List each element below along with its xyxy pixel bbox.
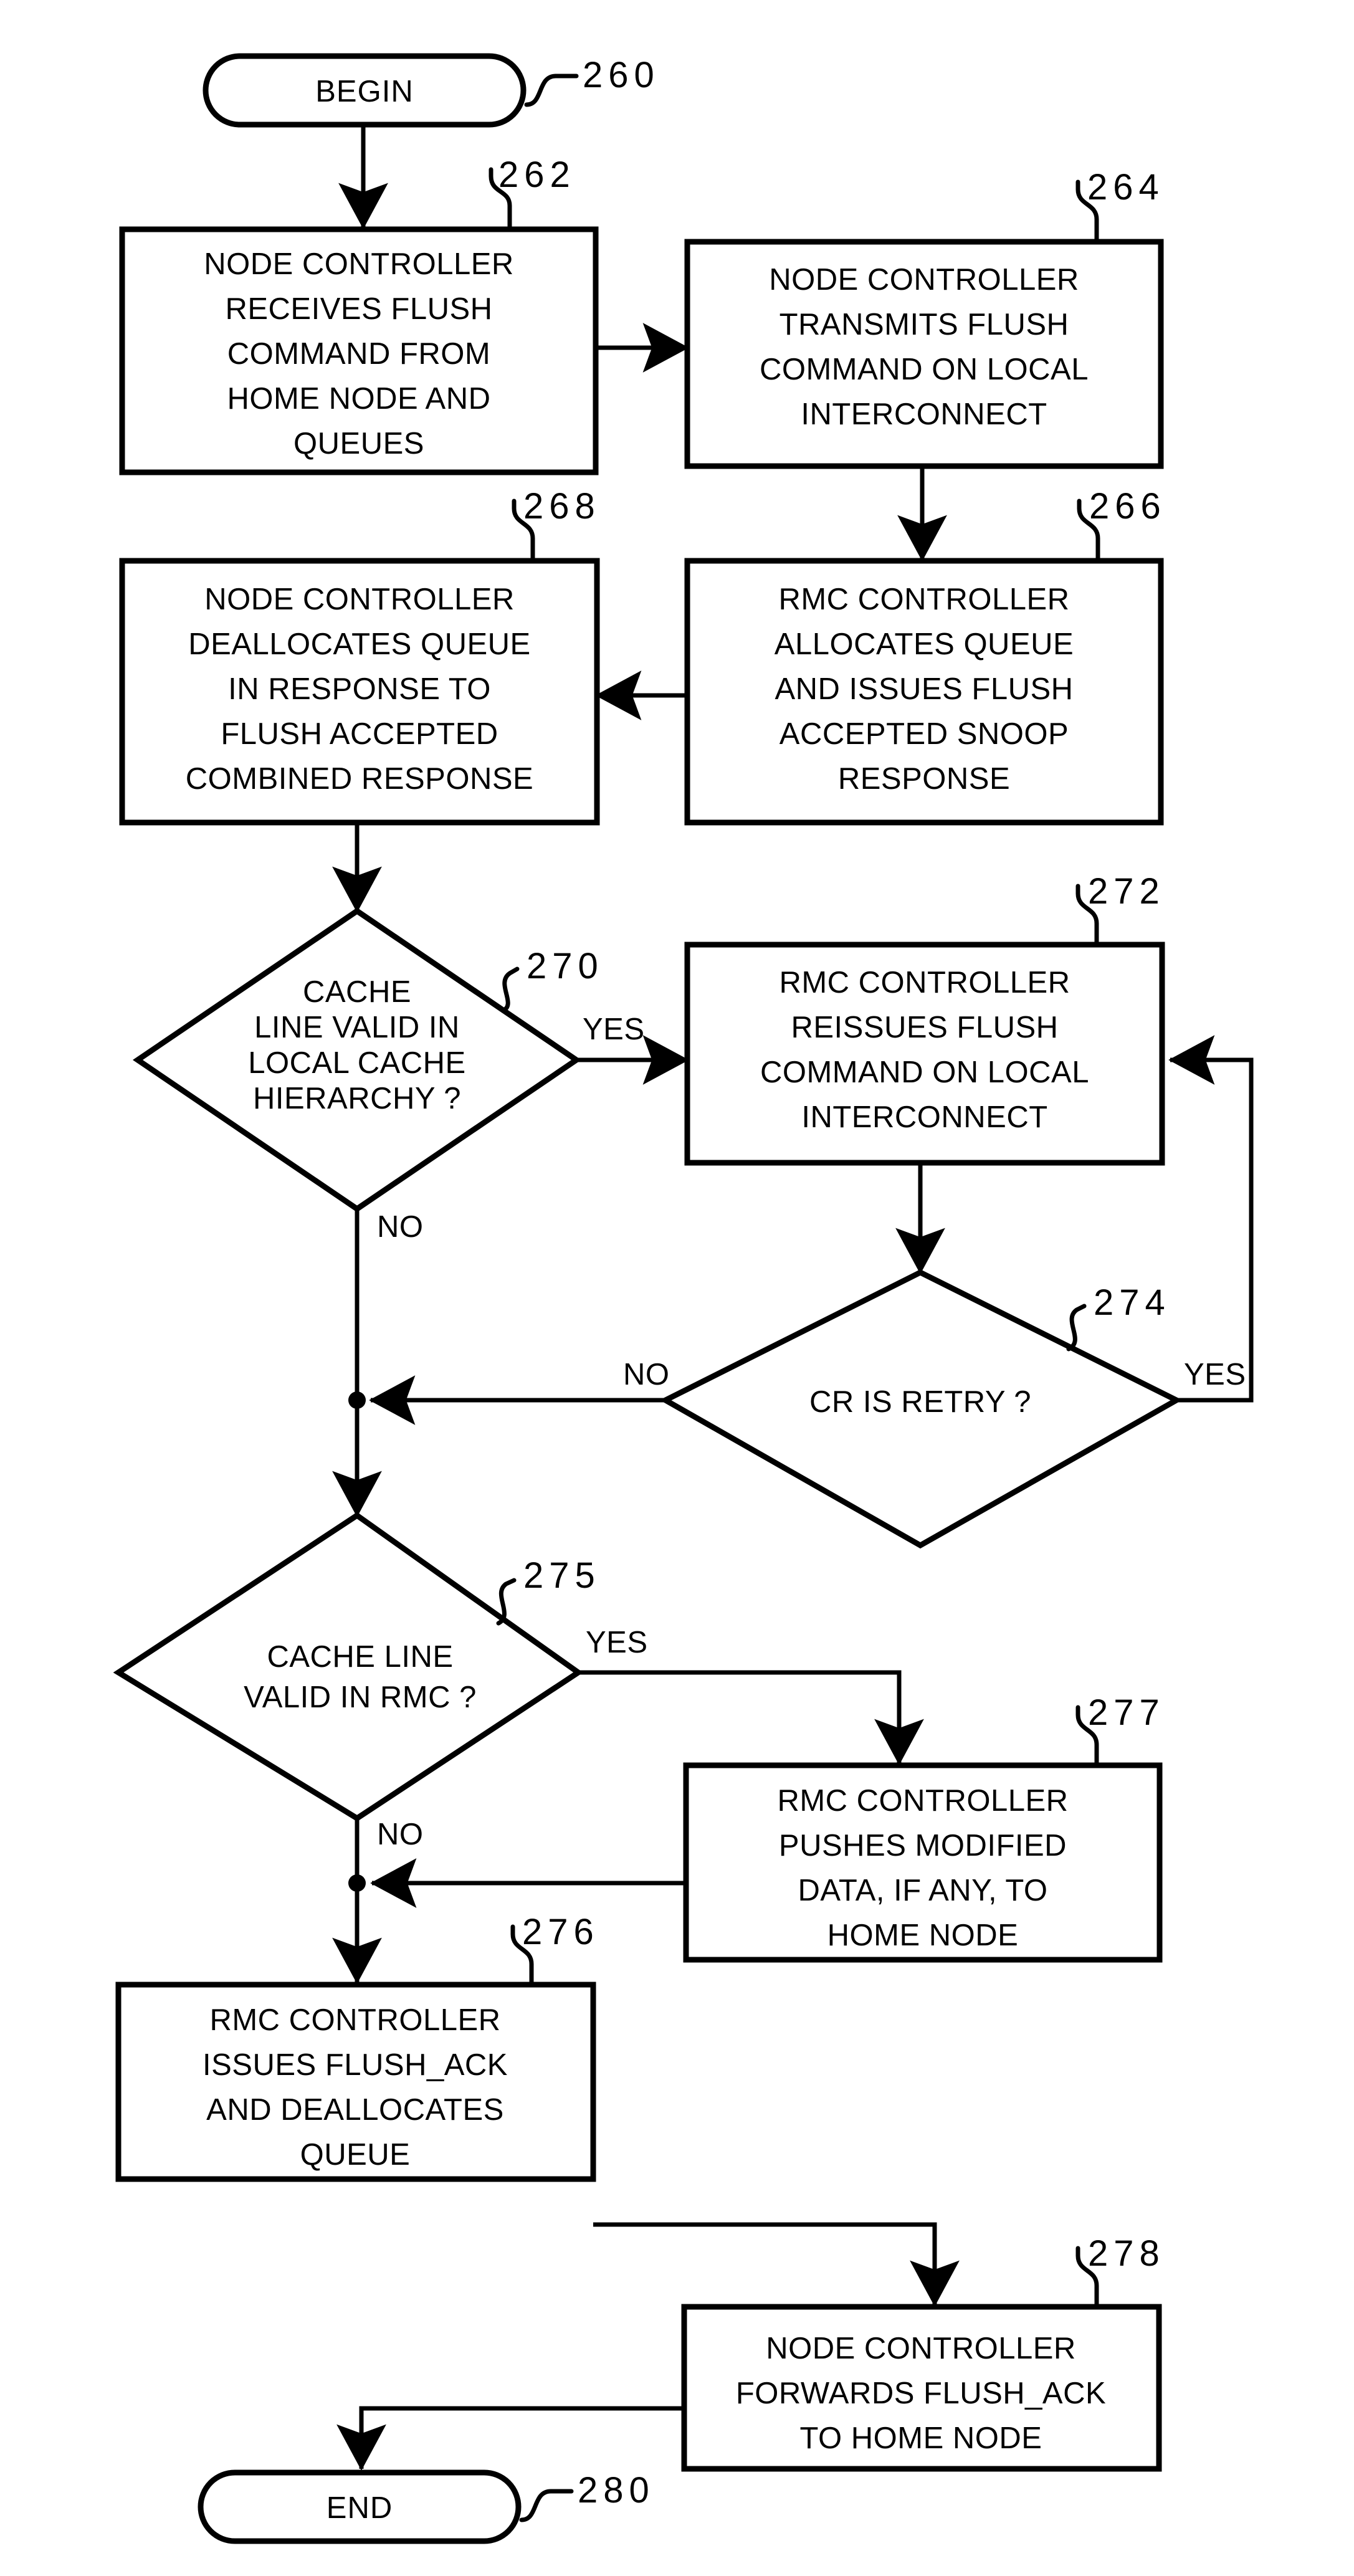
decision-275-line-1: CACHE LINE [267, 1640, 453, 1674]
flowchart-svg: BEGIN 260 NODE CONTROLLER RECEIVES FLUSH… [0, 0, 1354, 2576]
branch-label-275-no: NO [377, 1818, 424, 1851]
branch-label-275-yes: YES [586, 1626, 648, 1659]
process-266-line-2: ALLOCATES QUEUE [775, 627, 1074, 661]
decision-270-line-3: LOCAL CACHE [248, 1046, 466, 1080]
process-264-line-4: INTERCONNECT [801, 398, 1047, 431]
process-272-line-4: INTERCONNECT [801, 1100, 1047, 1134]
ref-270-label: 270 [527, 946, 604, 986]
process-262-line-4: HOME NODE AND [227, 382, 490, 416]
process-268-line-1: NODE CONTROLLER [204, 583, 515, 616]
process-278-line-1: NODE CONTROLLER [766, 2332, 1076, 2365]
node-266[interactable]: RMC CONTROLLER ALLOCATES QUEUE AND ISSUE… [684, 558, 1164, 826]
branch-label-270-yes: YES [583, 1013, 645, 1046]
figure-canvas: BEGIN 260 NODE CONTROLLER RECEIVES FLUSH… [0, 0, 1354, 2576]
process-264-line-1: NODE CONTROLLER [769, 263, 1079, 297]
process-278-line-2: FORWARDS FLUSH_ACK [736, 2377, 1106, 2410]
terminator-end-label: END [327, 2491, 393, 2525]
process-277-line-3: DATA, IF ANY, TO [798, 1874, 1047, 1907]
node-278[interactable]: NODE CONTROLLER FORWARDS FLUSH_ACK TO HO… [681, 2304, 1162, 2472]
process-266-line-3: AND ISSUES FLUSH [775, 672, 1073, 706]
ref-280-label: 280 [578, 2470, 655, 2511]
branch-label-274-no: NO [623, 1358, 670, 1391]
process-268-line-4: FLUSH ACCEPTED [221, 717, 498, 751]
ref-260-label: 260 [583, 55, 660, 95]
node-264[interactable]: NODE CONTROLLER TRANSMITS FLUSH COMMAND … [684, 239, 1164, 469]
branch-label-274-yes: YES [1184, 1358, 1246, 1391]
branch-label-270-no: NO [377, 1210, 424, 1244]
node-262[interactable]: NODE CONTROLLER RECEIVES FLUSH COMMAND F… [119, 226, 599, 475]
node-272[interactable]: RMC CONTROLLER REISSUES FLUSH COMMAND ON… [684, 942, 1165, 1166]
ref-276-label: 276 [522, 1912, 599, 1952]
process-277-line-2: PUSHES MODIFIED [779, 1829, 1067, 1863]
process-276-line-3: AND DEALLOCATES [206, 2093, 504, 2127]
process-262-line-1: NODE CONTROLLER [204, 247, 514, 281]
decision-274-line-1: CR IS RETRY ? [809, 1385, 1031, 1419]
node-276[interactable]: RMC CONTROLLER ISSUES FLUSH_ACK AND DEAL… [115, 1982, 596, 2182]
decision-270-line-1: CACHE [303, 975, 411, 1009]
terminator-begin-label: BEGIN [315, 75, 413, 108]
process-278-line-3: TO HOME NODE [800, 2421, 1042, 2455]
process-268-line-2: DEALLOCATES QUEUE [188, 627, 530, 661]
process-277-line-4: HOME NODE [827, 1919, 1019, 1952]
process-264-line-3: COMMAND ON LOCAL [760, 353, 1089, 386]
process-262-line-2: RECEIVES FLUSH [225, 292, 492, 326]
process-264-line-2: TRANSMITS FLUSH [780, 308, 1069, 341]
decision-270-line-4: HIERARCHY ? [253, 1082, 461, 1115]
ref-275-label: 275 [523, 1555, 601, 1596]
process-272-line-2: REISSUES FLUSH [791, 1011, 1058, 1044]
process-262-line-5: QUEUES [293, 427, 424, 460]
process-277-line-1: RMC CONTROLLER [777, 1784, 1068, 1818]
decision-270-line-2: LINE VALID IN [254, 1011, 460, 1044]
process-266-line-5: RESPONSE [838, 762, 1010, 796]
process-272-line-1: RMC CONTROLLER [779, 966, 1070, 999]
ref-268-label: 268 [523, 486, 601, 527]
process-276-line-4: QUEUE [300, 2138, 411, 2172]
node-268[interactable]: NODE CONTROLLER DEALLOCATES QUEUE IN RES… [119, 558, 600, 826]
node-begin[interactable]: BEGIN [203, 53, 527, 128]
process-268-line-5: COMBINED RESPONSE [186, 762, 533, 796]
ref-278-label: 278 [1088, 2233, 1165, 2274]
ref-277-label: 277 [1088, 1692, 1165, 1733]
process-272-line-3: COMMAND ON LOCAL [760, 1056, 1089, 1089]
process-266-line-1: RMC CONTROLLER [778, 583, 1069, 616]
process-262-line-3: COMMAND FROM [227, 337, 490, 371]
process-268-line-3: IN RESPONSE TO [228, 672, 491, 706]
process-276-line-2: ISSUES FLUSH_ACK [203, 2048, 508, 2082]
node-end[interactable]: END [198, 2469, 522, 2544]
decision-275-line-2: VALID IN RMC ? [244, 1681, 477, 1714]
ref-264-label: 264 [1087, 167, 1165, 208]
ref-262-label: 262 [498, 155, 576, 195]
node-277[interactable]: RMC CONTROLLER PUSHES MODIFIED DATA, IF … [683, 1762, 1163, 1963]
ref-272-label: 272 [1088, 871, 1165, 912]
ref-274-label: 274 [1094, 1282, 1171, 1323]
process-276-line-1: RMC CONTROLLER [209, 2003, 500, 2037]
process-266-line-4: ACCEPTED SNOOP [780, 717, 1069, 751]
ref-266-label: 266 [1089, 486, 1166, 527]
